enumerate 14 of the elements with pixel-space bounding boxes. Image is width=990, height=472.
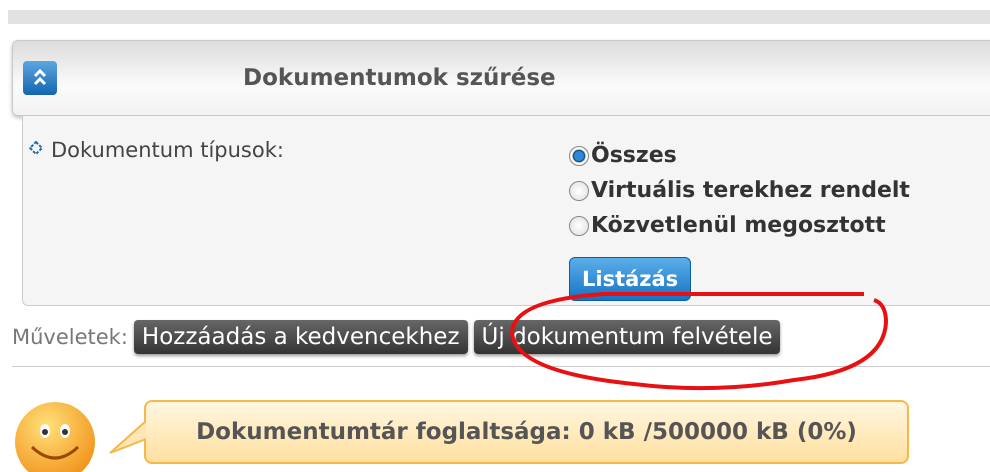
storage-usage-text: Dokumentumtár foglaltsága: 0 kB /500000 kB (0%)	[196, 419, 857, 445]
radio-option[interactable]: Összes	[569, 138, 677, 173]
action-button[interactable]: Új dokumentum felvétele	[474, 320, 780, 354]
action-button[interactable]: Hozzáadás a kedvencekhez	[134, 320, 468, 354]
radio-option[interactable]: Virtuális terekhez rendelt	[569, 173, 910, 208]
radio-button[interactable]	[569, 216, 589, 236]
radio-button[interactable]	[569, 146, 589, 166]
panel-title: Dokumentumok szűrése	[243, 65, 556, 91]
radio-button[interactable]	[569, 180, 589, 200]
field-label: Dokumentum típusok:	[51, 138, 284, 162]
actions-label: Műveletek:	[12, 325, 128, 349]
diamond-icon	[29, 141, 43, 155]
radio-option[interactable]: Közvetlenül megosztott	[569, 208, 886, 243]
collapse-button[interactable]	[23, 61, 57, 95]
